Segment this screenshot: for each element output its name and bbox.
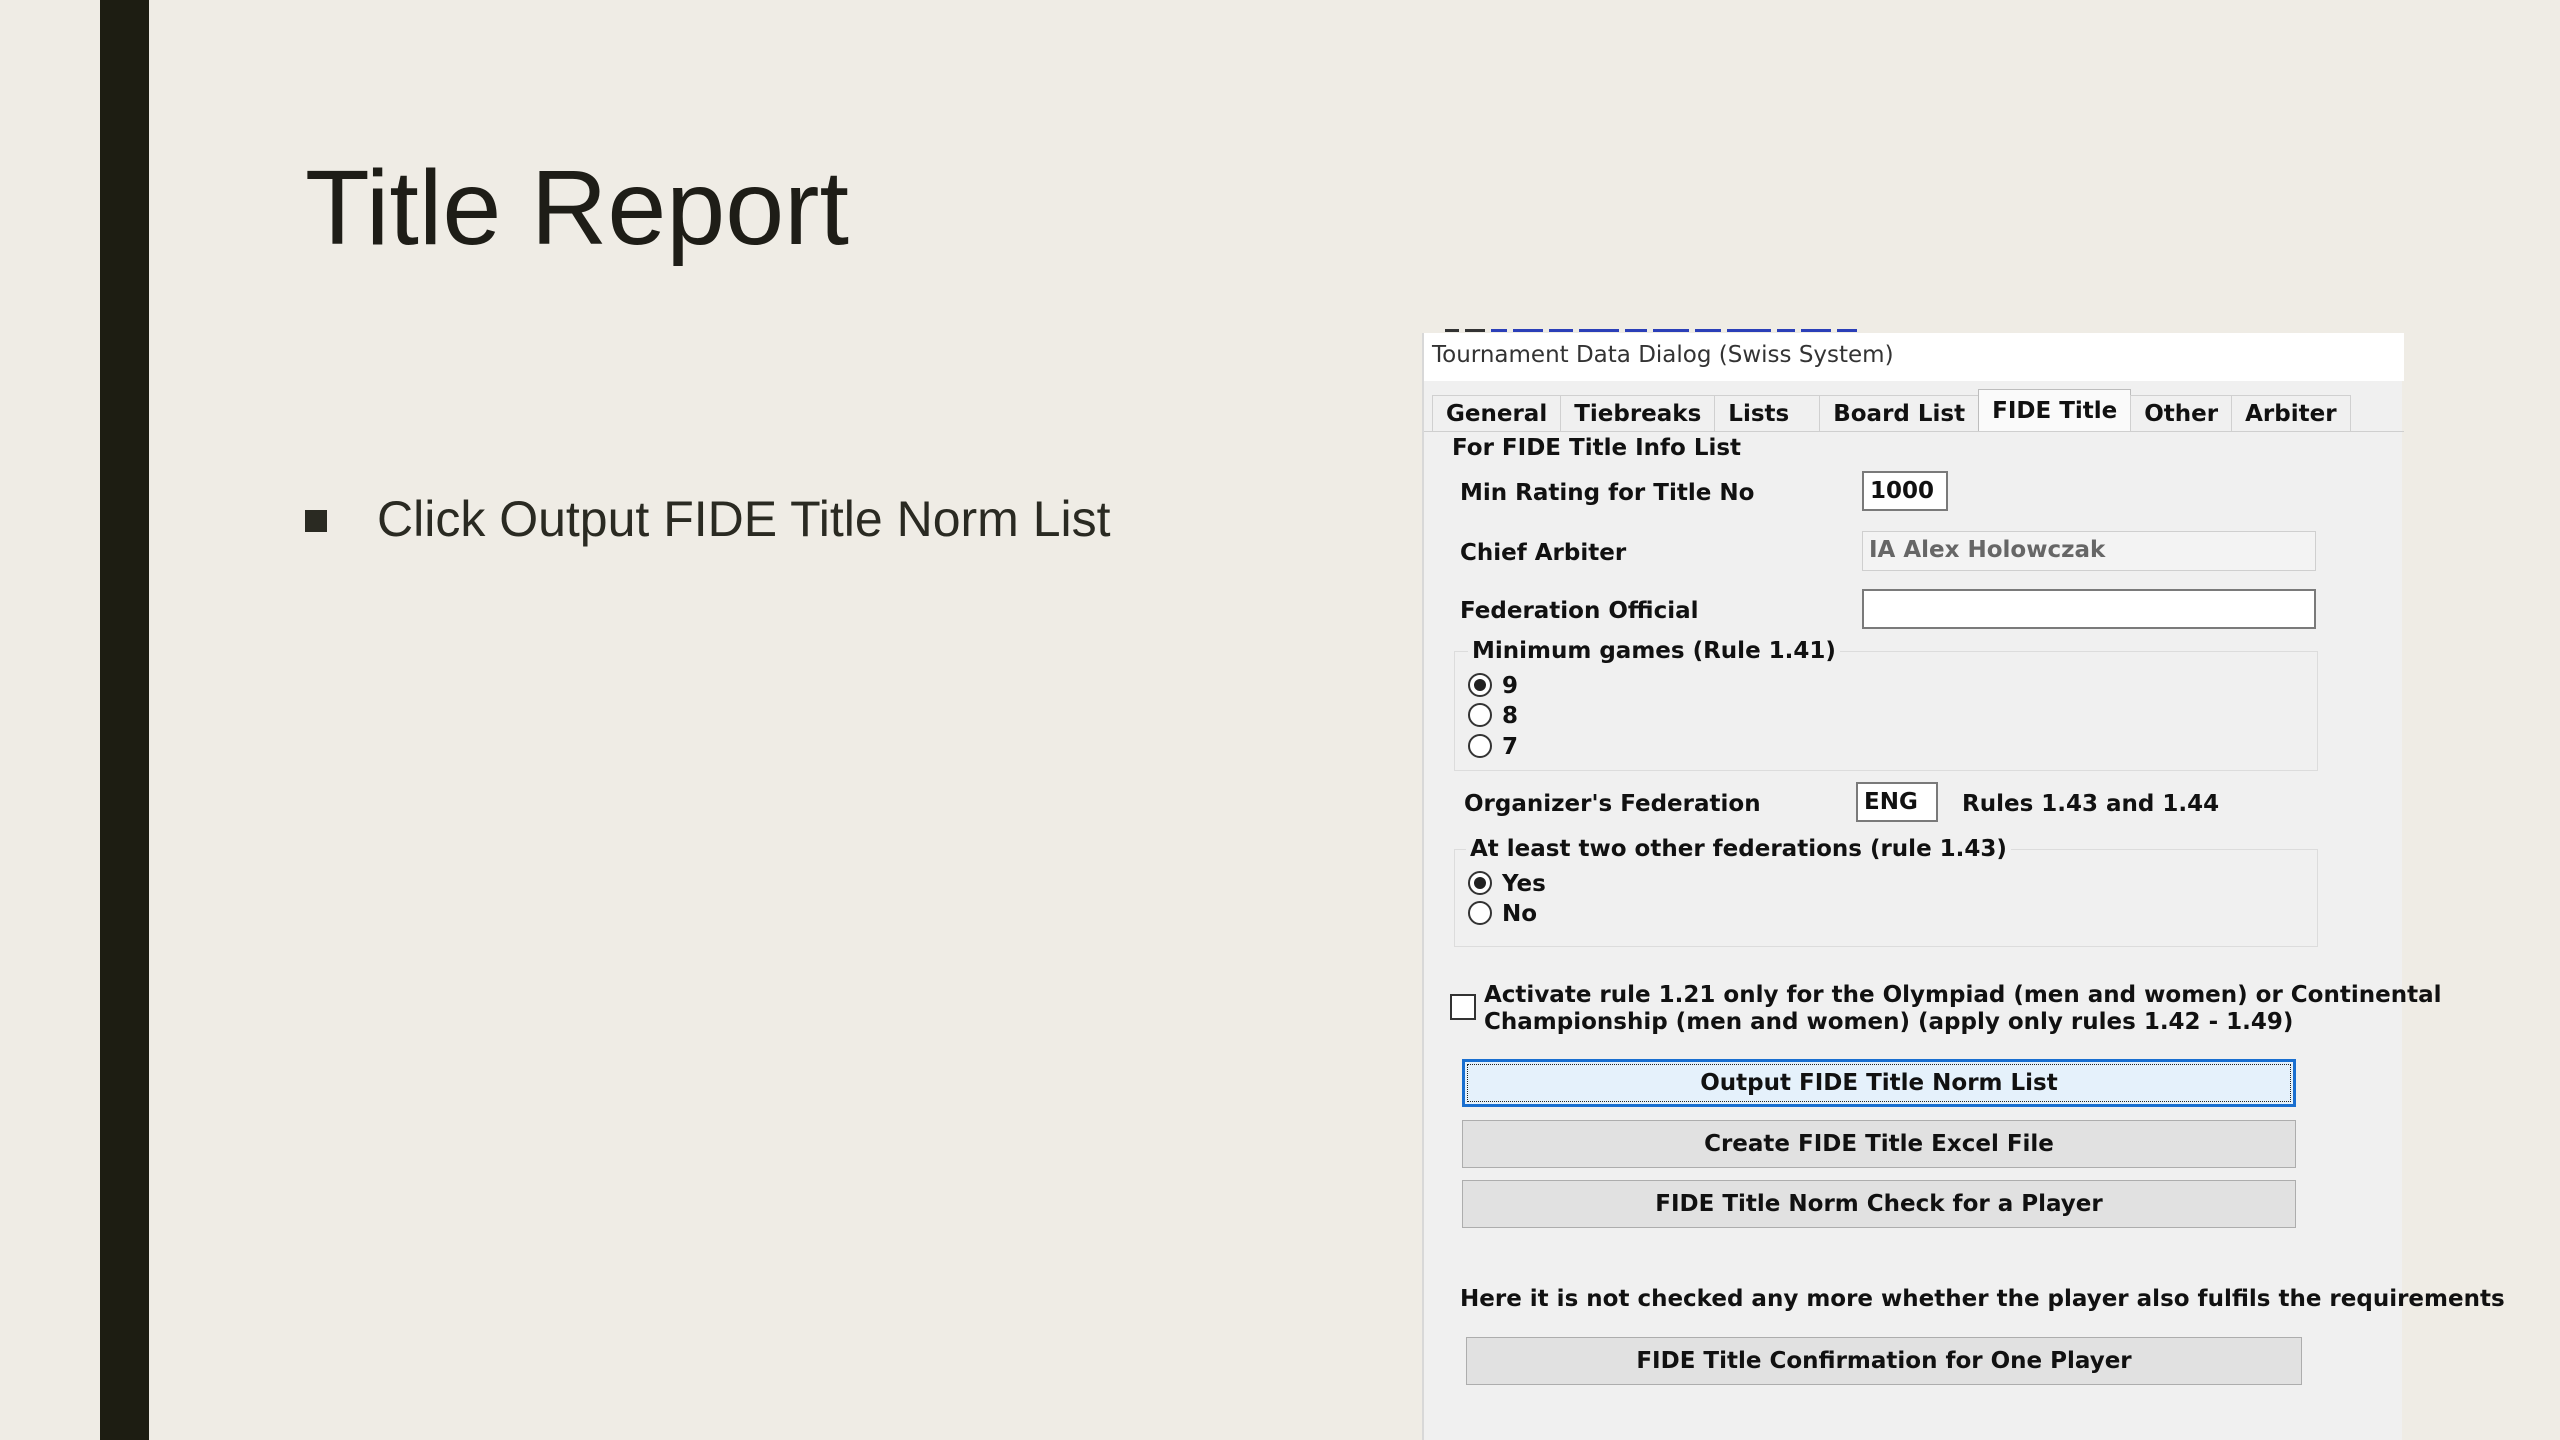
min-games-radio-7[interactable] <box>1468 734 1492 758</box>
min-games-option-7: 7 <box>1502 734 1519 760</box>
two-federations-group <box>1454 849 2318 947</box>
two-federations-label: At least two other federations (rule 1.4… <box>1466 836 2011 862</box>
section-label: For FIDE Title Info List <box>1452 435 1742 461</box>
slide-bullet: Click Output FIDE Title Norm List <box>305 490 1111 548</box>
federation-rules-note: Rules 1.43 and 1.44 <box>1962 791 2220 817</box>
activate-rule-checkbox[interactable] <box>1450 994 1476 1020</box>
requirements-note: Here it is not checked any more whether … <box>1460 1286 2505 1312</box>
dialog-titlebar: Tournament Data Dialog (Swiss System) <box>1424 333 2404 381</box>
fide-title-norm-check-button[interactable]: FIDE Title Norm Check for a Player <box>1462 1180 2296 1228</box>
tab-fide-title[interactable]: FIDE Title <box>1978 389 2132 431</box>
tab-general[interactable]: General <box>1432 395 1562 431</box>
tab-other[interactable]: Other <box>2130 395 2233 431</box>
tab-arbiter[interactable]: Arbiter <box>2231 395 2351 431</box>
minimum-games-group <box>1454 651 2318 771</box>
bullet-text: Click Output FIDE Title Norm List <box>377 491 1111 547</box>
chief-arbiter-label: Chief Arbiter <box>1460 540 1627 566</box>
two-federations-radio-yes[interactable] <box>1468 871 1492 895</box>
tournament-data-dialog: Tournament Data Dialog (Swiss System) Ge… <box>1422 333 2505 1440</box>
activate-rule-label-line1: Activate rule 1.21 only for the Olympiad… <box>1484 982 2442 1008</box>
bullet-square-icon <box>305 510 327 532</box>
minimum-games-label: Minimum games (Rule 1.41) <box>1468 638 1840 664</box>
slide-accent-bar <box>100 0 149 1440</box>
tab-tiebreaks[interactable]: Tiebreaks <box>1560 395 1716 431</box>
tab-lists[interactable]: Lists <box>1714 395 1821 431</box>
federation-official-label: Federation Official <box>1460 598 1699 624</box>
organizer-federation-input[interactable]: ENG <box>1856 782 1938 822</box>
two-federations-option-no: No <box>1502 901 1538 927</box>
two-federations-option-yes: Yes <box>1502 871 1546 897</box>
min-rating-input[interactable]: 1000 <box>1862 471 1948 511</box>
min-games-option-8: 8 <box>1502 703 1519 729</box>
create-fide-title-excel-button[interactable]: Create FIDE Title Excel File <box>1462 1120 2296 1168</box>
min-games-radio-8[interactable] <box>1468 703 1492 727</box>
federation-official-input[interactable] <box>1862 589 2316 629</box>
tab-bar: General Tiebreaks Lists Board List FIDE … <box>1432 389 2351 431</box>
organizer-federation-label: Organizer's Federation <box>1464 791 1761 817</box>
fide-title-confirmation-button[interactable]: FIDE Title Confirmation for One Player <box>1466 1337 2302 1385</box>
min-games-radio-9[interactable] <box>1468 673 1492 697</box>
slide-title: Title Report <box>305 149 849 267</box>
tab-divider <box>1424 431 2404 432</box>
min-games-option-9: 9 <box>1502 673 1519 699</box>
activate-rule-label-line2: Championship (men and women) (apply only… <box>1484 1009 2294 1035</box>
chief-arbiter-field: IA Alex Holowczak <box>1862 531 2316 571</box>
tab-board-list[interactable]: Board List <box>1819 395 1980 431</box>
min-rating-label: Min Rating for Title No <box>1460 480 1755 506</box>
two-federations-radio-no[interactable] <box>1468 901 1492 925</box>
output-fide-title-norm-list-button[interactable]: Output FIDE Title Norm List <box>1462 1059 2296 1107</box>
cropped-toolbar-strip <box>1445 320 2005 332</box>
